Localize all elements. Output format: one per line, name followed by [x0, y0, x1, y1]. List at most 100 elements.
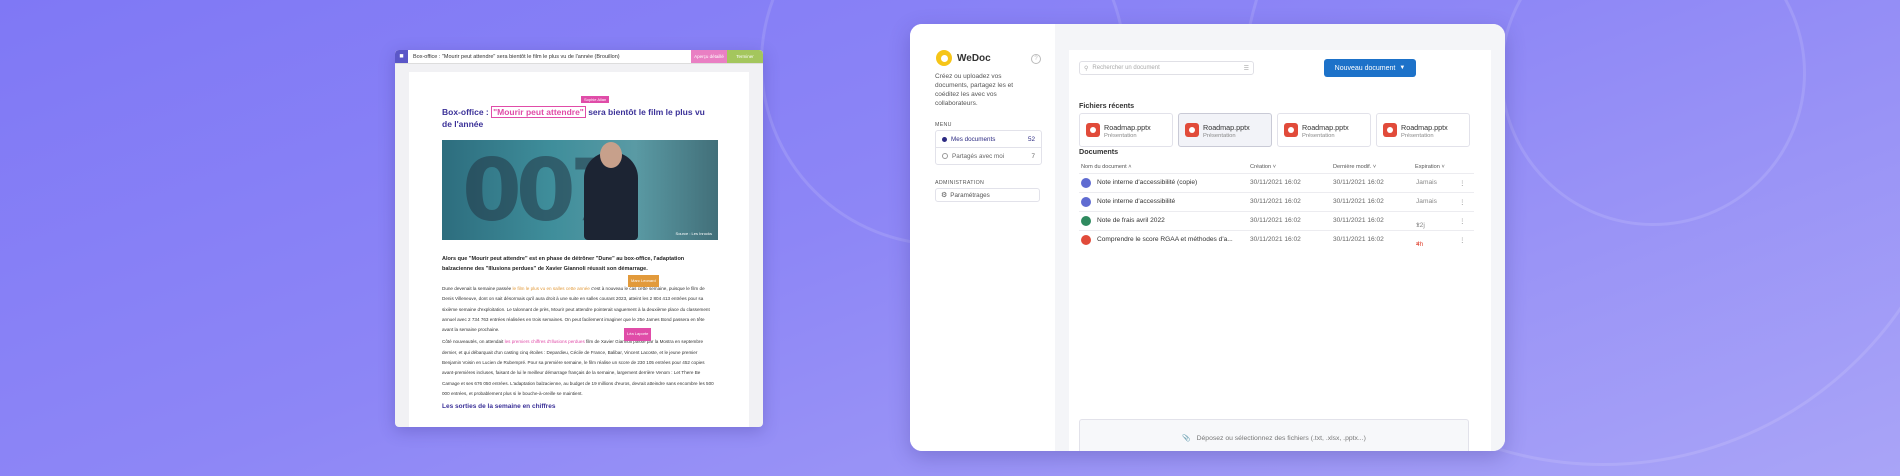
presentation-file-icon	[1383, 123, 1397, 137]
comment-tag: Léa Laporte	[624, 328, 652, 341]
chevron-down-icon: ˅	[1272, 164, 1276, 170]
image-person-head	[600, 142, 622, 168]
file-name: Roadmap.pptx	[1203, 123, 1250, 132]
article-paragraph[interactable]: Léa Laporte Côté nouveautés, on attendai…	[442, 328, 716, 399]
new-document-label: Nouveau document	[1334, 64, 1396, 72]
recent-file-card[interactable]: Roadmap.pptx Présentation	[1376, 113, 1470, 147]
file-dropzone[interactable]: 📎 Déposez ou sélectionnez des fichiers (…	[1079, 419, 1469, 451]
presentation-file-icon	[1086, 123, 1100, 137]
document-icon	[1081, 197, 1091, 207]
document-modified: 30/11/2021 16:02	[1333, 217, 1384, 224]
recent-file-card[interactable]: Roadmap.pptx Présentation	[1079, 113, 1173, 147]
search-placeholder: Rechercher un document	[1092, 65, 1160, 71]
article-lead[interactable]: Alors que "Mourir peut attendre" est en …	[442, 254, 716, 274]
headline-prefix: Box-office :	[442, 107, 492, 117]
sidebar-item-settings[interactable]: ⚙ Paramétrages	[935, 188, 1040, 202]
column-header-created[interactable]: Création ˅	[1250, 164, 1276, 170]
sidebar-item-count: 52	[1027, 135, 1035, 143]
table-row[interactable]: Note interne d'accessibilité 30/11/2021 …	[1079, 193, 1474, 211]
file-type: Présentation	[1104, 133, 1137, 139]
editor-page[interactable]: Sophie Allan Box-office : "Mourir peut a…	[409, 72, 749, 427]
paragraph-text: film de Xavier Giannoli passé par la Mos…	[442, 339, 714, 396]
file-type: Présentation	[1203, 133, 1236, 139]
more-vertical-icon[interactable]: ⋮	[1459, 217, 1466, 225]
document-icon	[1081, 178, 1091, 188]
chevron-down-icon: ˅	[1416, 241, 1420, 248]
article-headline[interactable]: Box-office : "Mourir peut attendre" sera…	[442, 106, 716, 130]
file-name: Roadmap.pptx	[1104, 123, 1151, 132]
search-input[interactable]: ⚲ Rechercher un document ☰	[1079, 61, 1254, 75]
sidebar-item-shared-with-me[interactable]: Partagés avec moi 7	[936, 148, 1041, 164]
column-header-name[interactable]: Nom du document ˄	[1081, 164, 1132, 170]
file-type: Présentation	[1302, 133, 1335, 139]
brand-logo[interactable]: WeDoc	[936, 50, 991, 66]
gear-icon: ⚙	[941, 192, 948, 199]
paragraph-text: Côté nouveautés, on attendait	[442, 339, 505, 345]
sidebar-item-my-documents[interactable]: Mes documents 52	[936, 131, 1041, 148]
more-vertical-icon[interactable]: ⋮	[1459, 198, 1466, 206]
chevron-down-icon: ˅	[1372, 164, 1377, 170]
preview-button[interactable]: Aperçu détaillé	[691, 50, 727, 63]
presentation-file-icon	[1185, 123, 1199, 137]
filter-icon[interactable]: ☰	[1244, 65, 1249, 72]
article-subhead[interactable]: Les sorties de la semaine en chiffres	[442, 403, 716, 410]
document-expiry: Jamais	[1416, 179, 1437, 186]
article-paragraph[interactable]: Marc Leonard Dune devenait la semaine pa…	[442, 275, 716, 335]
document-name: Note interne d'accessibilité	[1097, 198, 1176, 205]
recent-files-title: Fichiers récents	[1079, 101, 1135, 110]
main-area: ⚲ Rechercher un document ☰ Nouveau docum…	[1055, 24, 1505, 451]
document-icon	[1081, 235, 1091, 245]
menu-label: MENU	[935, 122, 952, 128]
headline-highlight[interactable]: "Mourir peut attendre"	[491, 106, 586, 118]
paragraph-text: Dune devenait la semaine passée	[442, 286, 513, 291]
article-image[interactable]: 007 Source : Les Inrocks	[442, 140, 718, 240]
document-name: Comprendre le score RGAA et méthodes d'a…	[1097, 236, 1233, 243]
column-header-expiry[interactable]: Expiration ˅	[1415, 164, 1445, 170]
image-source: Source : Les Inrocks	[675, 231, 712, 236]
sidebar: WeDoc ? Créez ou uploadez vos documents,…	[910, 24, 1055, 451]
table-row[interactable]: Comprendre le score RGAA et méthodes d'a…	[1079, 231, 1474, 249]
editor-window: ■ Box-office : "Mourir peut attendre" se…	[395, 50, 763, 427]
document-name: Note de frais avril 2022	[1097, 217, 1165, 224]
sidebar-item-label: Partagés avec moi	[952, 152, 1005, 160]
more-vertical-icon[interactable]: ⋮	[1459, 236, 1466, 244]
active-dot-icon	[942, 136, 947, 142]
chevron-down-icon: ˅	[1441, 164, 1445, 170]
highlight-orange[interactable]: le film le plus vu en salles cette année	[512, 286, 589, 291]
sidebar-item-label: Mes documents	[951, 135, 996, 143]
file-type: Présentation	[1401, 133, 1434, 139]
chevron-down-icon: ▼	[1399, 65, 1406, 71]
publish-button[interactable]: Terminer	[727, 50, 763, 63]
author-tag: Sophie Allan	[581, 96, 610, 103]
document-name: Note interne d'accessibilité (copie)	[1097, 179, 1198, 186]
menu-list: Mes documents 52 Partagés avec moi 7	[935, 130, 1042, 165]
more-vertical-icon[interactable]: ⋮	[1459, 179, 1466, 187]
column-label: Expiration	[1415, 164, 1440, 170]
table-row[interactable]: Note de frais avril 2022 30/11/2021 16:0…	[1079, 212, 1474, 230]
help-icon[interactable]: ?	[1031, 54, 1041, 64]
column-label: Dernière modif.	[1333, 164, 1372, 170]
document-created: 30/11/2021 16:02	[1250, 217, 1301, 224]
file-name: Roadmap.pptx	[1302, 123, 1349, 132]
paperclip-icon: 📎	[1182, 435, 1191, 442]
highlight-pink[interactable]: les premiers chiffres d'Illusions perdue…	[505, 339, 585, 344]
document-modified: 30/11/2021 16:02	[1333, 236, 1384, 243]
recent-file-card[interactable]: Roadmap.pptx Présentation	[1178, 113, 1272, 147]
column-label: Création	[1250, 164, 1272, 170]
lock-icon[interactable]: ■	[395, 50, 408, 63]
sidebar-item-label: Paramétrages	[950, 191, 990, 199]
table-row[interactable]: Note interne d'accessibilité (copie) 30/…	[1079, 174, 1474, 192]
document-modified: 30/11/2021 16:02	[1333, 179, 1384, 186]
documents-title: Documents	[1079, 147, 1119, 156]
dropzone-label: Déposez ou sélectionnez des fichiers (.t…	[1196, 434, 1366, 442]
presentation-file-icon	[1284, 123, 1298, 137]
new-document-button[interactable]: Nouveau document ▼	[1324, 59, 1416, 77]
document-icon	[1081, 216, 1091, 226]
column-header-modified[interactable]: Dernière modif. ˅	[1333, 164, 1376, 170]
recent-file-card[interactable]: Roadmap.pptx Présentation	[1277, 113, 1371, 147]
search-icon: ⚲	[1084, 65, 1089, 72]
inactive-dot-icon	[942, 153, 948, 159]
sidebar-item-count: 7	[1031, 152, 1035, 160]
brand-name: WeDoc	[957, 52, 991, 64]
comment-tag: Marc Leonard	[628, 275, 659, 288]
